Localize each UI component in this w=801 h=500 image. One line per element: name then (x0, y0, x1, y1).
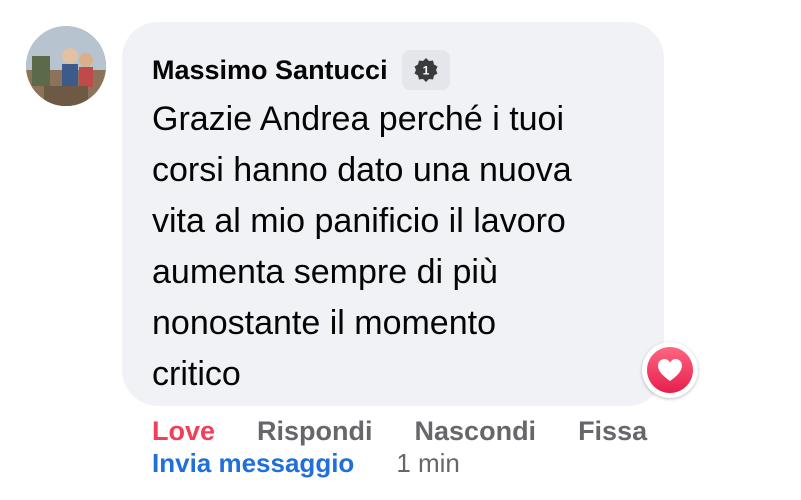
author-name[interactable]: Massimo Santucci (152, 52, 388, 88)
top-fan-badge-icon: 1 (414, 58, 438, 82)
love-reaction-icon (658, 359, 682, 381)
svg-text:1: 1 (422, 64, 429, 78)
avatar-photo (26, 26, 106, 106)
love-reaction[interactable] (642, 342, 698, 398)
comment-bubble: Massimo Santucci 1 Grazie Andrea perché … (122, 22, 664, 406)
comment-timestamp[interactable]: 1 min (396, 446, 460, 480)
top-fan-badge[interactable]: 1 (401, 50, 450, 90)
comment-actions: Love Rispondi Nascondi Fissa (152, 414, 647, 448)
comment-meta-row: Invia messaggio 1 min (152, 446, 460, 480)
hide-button[interactable]: Nascondi (415, 414, 537, 448)
avatar[interactable] (26, 26, 106, 106)
send-message-link[interactable]: Invia messaggio (152, 446, 354, 480)
author-row: Massimo Santucci 1 (152, 50, 450, 90)
comment-container: Massimo Santucci 1 Grazie Andrea perché … (0, 0, 801, 500)
reply-button[interactable]: Rispondi (257, 414, 373, 448)
love-reaction-circle (647, 347, 693, 393)
pin-button[interactable]: Fissa (578, 414, 647, 448)
comment-text: Grazie Andrea perché i tuoi corsi hanno … (152, 100, 572, 393)
love-button[interactable]: Love (152, 414, 215, 448)
